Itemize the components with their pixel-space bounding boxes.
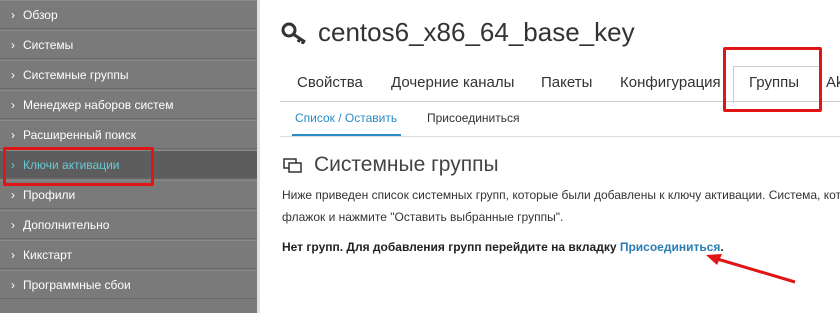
chevron-right-icon: › xyxy=(11,278,15,292)
chevron-right-icon: › xyxy=(11,68,15,82)
empty-state-message: Нет групп. Для добавления групп перейдит… xyxy=(282,240,724,254)
chevron-right-icon: › xyxy=(11,128,15,142)
page-title: centos6_x86_64_base_key xyxy=(318,17,635,47)
section-title: Системные группы xyxy=(314,153,499,176)
sidebar-item-systems[interactable]: › Системы xyxy=(0,30,257,59)
sidebar-divider xyxy=(257,0,260,313)
sidebar-item-system-set-manager[interactable]: › Менеджер наборов систем xyxy=(0,90,257,119)
sidebar-item-software-crashes[interactable]: › Программные сбои xyxy=(0,270,257,299)
chevron-right-icon: › xyxy=(11,218,15,232)
tab-properties[interactable]: Свойства xyxy=(297,74,363,91)
subtab-list-remove[interactable]: Список / Оставить xyxy=(295,111,397,125)
sidebar-item-system-groups[interactable]: › Системные группы xyxy=(0,60,257,89)
sidebar-item-overview[interactable]: › Обзор xyxy=(0,0,257,29)
sidebar-item-label: Системные группы xyxy=(23,68,129,82)
annotation-highlight-box xyxy=(3,147,154,186)
chevron-right-icon: › xyxy=(11,98,15,112)
subtab-join[interactable]: Присоединиться xyxy=(427,111,520,125)
sidebar-item-label: Обзор xyxy=(23,8,58,22)
annotation-arrow-icon xyxy=(706,254,796,284)
chevron-right-icon: › xyxy=(11,38,15,52)
sidebar-item-kickstart[interactable]: › Кикстарт xyxy=(0,240,257,269)
tab-packages[interactable]: Пакеты xyxy=(541,74,592,91)
description-line: Ниже приведен список системных групп, ко… xyxy=(282,188,840,202)
sidebar-item-label: Кикстарт xyxy=(23,248,73,262)
sidebar-item-label: Дополнительно xyxy=(23,218,110,232)
sidebar-item-label: Менеджер наборов систем xyxy=(23,98,174,112)
sidebar-item-additional[interactable]: › Дополнительно xyxy=(0,210,257,239)
empty-state-text: Нет групп. Для добавления групп перейдит… xyxy=(282,240,620,254)
chevron-right-icon: › xyxy=(11,8,15,22)
tab-activated-systems[interactable]: Ak xyxy=(826,74,840,91)
annotation-highlight-box xyxy=(723,47,822,112)
tab-child-channels[interactable]: Дочерние каналы xyxy=(391,74,514,91)
description-line: флажок и нажмите "Оставить выбранные гру… xyxy=(282,210,564,224)
sidebar-item-label: Программные сбои xyxy=(23,278,131,292)
sidebar-item-label: Системы xyxy=(23,38,74,52)
chevron-right-icon: › xyxy=(11,248,15,262)
tab-configuration[interactable]: Конфигурация xyxy=(620,74,721,91)
section-description: Ниже приведен список системных групп, ко… xyxy=(282,184,840,228)
monitor-icon xyxy=(283,158,302,173)
sidebar-item-advanced-search[interactable]: › Расширенный поиск xyxy=(0,120,257,149)
key-icon xyxy=(281,22,306,44)
subtabs-divider xyxy=(280,136,840,137)
sidebar-item-label: Расширенный поиск xyxy=(23,128,136,142)
